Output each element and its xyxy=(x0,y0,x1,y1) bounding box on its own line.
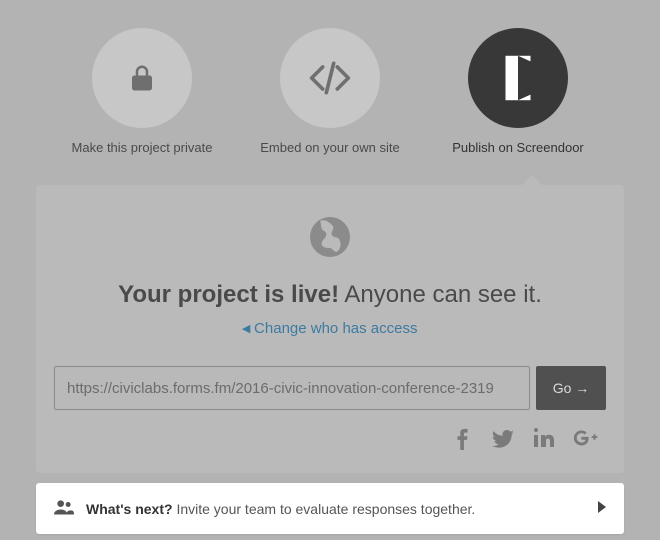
door-icon xyxy=(468,28,568,128)
change-access: ◂Change who has access xyxy=(54,319,606,338)
share-url-input[interactable] xyxy=(54,366,530,410)
code-icon xyxy=(280,28,380,128)
option-label: Embed on your own site xyxy=(260,140,399,155)
googleplus-icon[interactable] xyxy=(572,426,602,457)
whats-next-strong: What's next? xyxy=(86,501,173,517)
chevron-right-icon xyxy=(598,500,606,518)
go-button[interactable]: Go → xyxy=(536,366,606,410)
twitter-icon[interactable] xyxy=(490,426,516,457)
live-headline: Your project is live! Anyone can see it. xyxy=(54,281,606,309)
whats-next-rest: Invite your team to evaluate responses t… xyxy=(176,501,475,517)
globe-icon xyxy=(54,213,606,261)
linkedin-icon[interactable] xyxy=(532,426,556,457)
live-headline-rest: Anyone can see it. xyxy=(344,281,541,308)
facebook-icon[interactable] xyxy=(452,426,474,457)
social-share-row xyxy=(54,422,606,457)
caret-left-icon: ◂ xyxy=(243,319,251,337)
whats-next-banner[interactable]: What's next? Invite your team to evaluat… xyxy=(36,483,624,534)
change-access-link[interactable]: ◂Change who has access xyxy=(243,320,418,337)
option-publish-screendoor[interactable]: Publish on Screendoor xyxy=(424,28,612,155)
live-headline-bold: Your project is live! xyxy=(118,281,339,308)
option-label: Publish on Screendoor xyxy=(452,140,584,155)
project-options: Make this project private Embed on your … xyxy=(36,0,624,171)
whats-next-content: What's next? Invite your team to evaluat… xyxy=(54,499,475,518)
share-url-row: Go → xyxy=(54,366,606,410)
team-icon xyxy=(54,499,74,518)
option-make-private[interactable]: Make this project private xyxy=(48,28,236,155)
option-embed[interactable]: Embed on your own site xyxy=(236,28,424,155)
option-label: Make this project private xyxy=(72,140,213,155)
live-card: Your project is live! Anyone can see it.… xyxy=(36,185,624,473)
lock-icon xyxy=(92,28,192,128)
change-access-label: Change who has access xyxy=(254,320,417,337)
